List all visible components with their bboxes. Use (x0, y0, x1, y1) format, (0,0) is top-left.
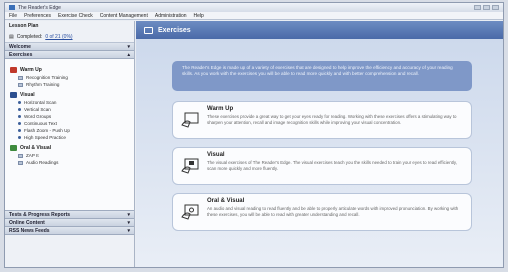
sidebar-item-label: Rhythm Training (26, 82, 60, 87)
sidebar-item-flash-zoom[interactable]: Flash Zoom - Push Up (18, 128, 129, 133)
card-description: An audio and visual reading to read flue… (207, 206, 459, 217)
close-button[interactable] (492, 5, 499, 10)
sidebar-item-zap-it[interactable]: ZAP It (18, 153, 129, 158)
sidebar-item-vertical-scan[interactable]: Vertical Scan (18, 107, 129, 112)
sidebar-item-word-groups[interactable]: Word Groups (18, 114, 129, 119)
card-title: Warm Up (207, 106, 234, 112)
exercise-icon (18, 153, 23, 158)
visual-icon (10, 92, 17, 98)
group-title: Visual (20, 92, 35, 98)
sidebar-item-horizontal-scan[interactable]: Horizontal Scan (18, 100, 129, 105)
card-title: Oral & Visual (207, 198, 245, 204)
exercises-panel-header[interactable]: Exercises ▴ (5, 51, 134, 59)
chevron-down-icon: ▾ (127, 227, 130, 234)
bullet-icon (18, 108, 21, 111)
card-description: The visual exercises of The Reader's Edg… (207, 160, 457, 171)
exercise-icon (18, 75, 23, 80)
tests-panel-header[interactable]: Tests & Progress Reports ▾ (5, 211, 134, 219)
page-title: Exercises (158, 26, 191, 34)
group-title: Oral & Visual (20, 145, 52, 151)
maximize-button[interactable] (483, 5, 490, 10)
lesson-plan: Lesson Plan ▤ Completed: 0 of 21 (0%) (5, 21, 134, 43)
group-warm-up[interactable]: Warm Up (10, 67, 129, 73)
sidebar-item-label: Audio Readings (26, 160, 59, 165)
lesson-plan-icon: ▤ (9, 34, 14, 40)
intro-text: The Reader's Edge is made up of a variet… (172, 61, 472, 91)
window-controls (474, 5, 499, 10)
menu-administration[interactable]: Administration (155, 13, 187, 19)
chevron-down-icon: ▾ (127, 219, 130, 226)
chevron-up-icon: ▴ (127, 51, 130, 58)
card-visual[interactable]: Visual The visual exercises of The Reade… (172, 147, 472, 185)
main-area: Exercises The Reader's Edge is made up o… (136, 21, 503, 267)
group-title: Warm Up (20, 67, 42, 73)
sidebar-item-continuous-text[interactable]: Continuous Text (18, 121, 129, 126)
bullet-icon (18, 136, 21, 139)
sidebar-item-recognition-training[interactable]: Recognition Training (18, 75, 129, 80)
menu-bar: File Preferences Exercise Check Content … (5, 12, 503, 20)
sidebar-item-high-speed-practice[interactable]: High Speed Practice (18, 135, 129, 140)
exercises-content: The Reader's Edge is made up of a variet… (136, 39, 503, 267)
menu-file[interactable]: File (9, 13, 17, 19)
welcome-label: Welcome (9, 43, 31, 50)
exercises-header: Exercises (136, 21, 503, 39)
oral-visual-card-icon (173, 194, 207, 230)
exercise-icon (18, 82, 23, 87)
exercises-panel: Warm Up Recognition Training Rhythm Trai… (5, 59, 134, 211)
exercise-icon (18, 160, 23, 165)
lesson-plan-progress-link[interactable]: 0 of 21 (0%) (45, 34, 72, 40)
sidebar-item-label: Word Groups (24, 114, 52, 119)
sidebar-item-label: ZAP It (26, 153, 39, 158)
menu-content-management[interactable]: Content Management (100, 13, 148, 19)
lesson-plan-label: Completed: (16, 34, 43, 40)
group-visual[interactable]: Visual (10, 92, 129, 98)
group-oral-visual[interactable]: Oral & Visual (10, 145, 129, 151)
bullet-icon (18, 129, 21, 132)
online-content-panel-header[interactable]: Online Content ▾ (5, 219, 134, 227)
sidebar-item-label: High Speed Practice (24, 135, 66, 140)
lesson-plan-title: Lesson Plan (9, 23, 39, 29)
exercises-label: Exercises (9, 51, 33, 58)
warm-up-icon (10, 67, 17, 73)
sidebar-item-label: Vertical Scan (24, 107, 51, 112)
card-description: These exercises provide a great way to g… (207, 114, 457, 125)
bullet-icon (18, 115, 21, 118)
bullet-icon (18, 122, 21, 125)
oral-visual-icon (10, 145, 17, 151)
chevron-down-icon: ▾ (127, 43, 130, 50)
menu-exercise-check[interactable]: Exercise Check (58, 13, 93, 19)
rss-label: RSS News Feeds (9, 227, 50, 234)
sidebar-item-label: Recognition Training (26, 75, 68, 80)
card-oral-visual[interactable]: Oral & Visual An audio and visual readin… (172, 193, 472, 231)
menu-preferences[interactable]: Preferences (24, 13, 51, 19)
card-warm-up[interactable]: Warm Up These exercises provide a great … (172, 101, 472, 139)
rss-panel-header[interactable]: RSS News Feeds ▾ (5, 227, 134, 235)
sidebar: Lesson Plan ▤ Completed: 0 of 21 (0%) We… (5, 21, 135, 267)
warm-up-card-icon (173, 102, 207, 138)
welcome-panel-header[interactable]: Welcome ▾ (5, 43, 134, 51)
app-window: The Reader's Edge File Preferences Exerc… (4, 2, 504, 268)
sidebar-item-label: Horizontal Scan (24, 100, 57, 105)
exercises-header-icon (144, 26, 153, 34)
window-title: The Reader's Edge (18, 4, 61, 11)
card-title: Visual (207, 152, 225, 158)
chevron-down-icon: ▾ (127, 211, 130, 218)
tests-label: Tests & Progress Reports (9, 211, 71, 218)
title-bar: The Reader's Edge (5, 3, 503, 12)
bullet-icon (18, 101, 21, 104)
app-icon (9, 5, 15, 10)
sidebar-item-label: Continuous Text (24, 121, 57, 126)
minimize-button[interactable] (474, 5, 481, 10)
sidebar-item-rhythm-training[interactable]: Rhythm Training (18, 82, 129, 87)
online-content-label: Online Content (9, 219, 45, 226)
sidebar-item-audio-readings[interactable]: Audio Readings (18, 160, 129, 165)
visual-card-icon (173, 148, 207, 184)
menu-help[interactable]: Help (194, 13, 204, 19)
sidebar-item-label: Flash Zoom - Push Up (24, 128, 70, 133)
